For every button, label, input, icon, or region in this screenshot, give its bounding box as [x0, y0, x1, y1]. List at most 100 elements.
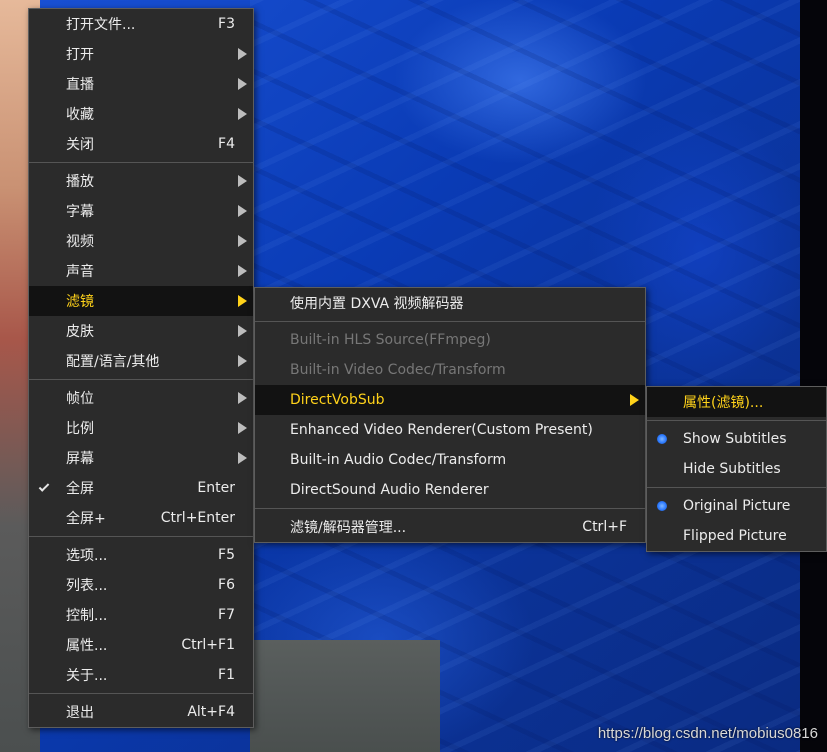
menu-item-hide-subtitles[interactable]: Hide Subtitles — [647, 454, 826, 484]
menu-item-label: 字幕 — [66, 204, 94, 220]
menu-item-label: 退出 — [66, 705, 94, 721]
menu-item-shortcut: F4 — [218, 136, 235, 152]
menu-item-shortcut: F5 — [218, 547, 235, 563]
menu-item-control[interactable]: 控制... F7 — [29, 600, 253, 630]
menu-separator — [647, 420, 826, 421]
submenu-arrow-icon — [238, 325, 247, 337]
menu-item-show-subtitles[interactable]: Show Subtitles — [647, 424, 826, 454]
radio-selected-icon — [657, 434, 667, 444]
menu-item-label: 全屏+ — [66, 511, 106, 527]
menu-separator — [29, 693, 253, 694]
menu-item-video[interactable]: 视频 — [29, 226, 253, 256]
menu-item-ratio[interactable]: 比例 — [29, 413, 253, 443]
menu-item-close[interactable]: 关闭 F4 — [29, 129, 253, 159]
menu-item-fullscreen-plus[interactable]: 全屏+ Ctrl+Enter — [29, 503, 253, 533]
menu-item-dxva-decoder[interactable]: 使用内置 DXVA 视频解码器 — [255, 288, 645, 318]
menu-item-filter-properties[interactable]: 属性(滤镜)... — [647, 387, 826, 417]
menu-item-label: 关闭 — [66, 137, 94, 153]
menu-item-audio[interactable]: 声音 — [29, 256, 253, 286]
submenu-arrow-icon — [238, 235, 247, 247]
menu-item-shortcut: F3 — [218, 16, 235, 32]
menu-item-shortcut: F7 — [218, 607, 235, 623]
menu-item-frame[interactable]: 帧位 — [29, 383, 253, 413]
menu-item-open-file[interactable]: 打开文件... F3 — [29, 9, 253, 39]
menu-item-label: Built-in HLS Source(FFmpeg) — [290, 332, 491, 348]
menu-item-directvobsub[interactable]: DirectVobSub — [255, 385, 645, 415]
menu-item-properties[interactable]: 属性... Ctrl+F1 — [29, 630, 253, 660]
menu-separator — [29, 536, 253, 537]
menu-item-label: 收藏 — [66, 107, 94, 123]
menu-item-audio-codec[interactable]: Built-in Audio Codec/Transform — [255, 445, 645, 475]
watermark-url: https://blog.csdn.net/mobius0816 — [597, 725, 818, 742]
menu-item-label: 打开 — [66, 47, 94, 63]
menu-item-label: Original Picture — [683, 498, 791, 514]
menu-item-directsound[interactable]: DirectSound Audio Renderer — [255, 475, 645, 505]
submenu-arrow-icon — [238, 108, 247, 120]
menu-separator — [255, 508, 645, 509]
menu-item-shortcut: Alt+F4 — [187, 704, 235, 720]
menu-item-original-picture[interactable]: Original Picture — [647, 491, 826, 521]
menu-item-options[interactable]: 选项... F5 — [29, 540, 253, 570]
radio-selected-icon — [657, 501, 667, 511]
menu-item-label: Flipped Picture — [683, 528, 787, 544]
submenu-arrow-icon — [238, 452, 247, 464]
menu-item-screen[interactable]: 屏幕 — [29, 443, 253, 473]
check-icon — [38, 481, 50, 492]
menu-item-label: 属性... — [66, 638, 108, 654]
submenu-arrow-icon — [238, 355, 247, 367]
menu-item-label: 选项... — [66, 548, 108, 564]
submenu-arrow-icon — [238, 205, 247, 217]
menu-item-label: DirectSound Audio Renderer — [290, 482, 489, 498]
menu-item-label: 播放 — [66, 174, 94, 190]
menu-item-label: DirectVobSub — [290, 392, 385, 408]
menu-item-label: 属性(滤镜)... — [683, 395, 764, 411]
menu-item-open[interactable]: 打开 — [29, 39, 253, 69]
menu-item-label: 列表... — [66, 578, 108, 594]
menu-item-label: Hide Subtitles — [683, 461, 781, 477]
menu-item-label: 帧位 — [66, 391, 94, 407]
submenu-arrow-icon — [238, 392, 247, 404]
menu-item-about[interactable]: 关于... F1 — [29, 660, 253, 690]
menu-item-shortcut: Ctrl+F — [582, 519, 627, 535]
menu-item-filters[interactable]: 滤镜 — [29, 286, 253, 316]
menu-item-video-codec[interactable]: Built-in Video Codec/Transform — [255, 355, 645, 385]
menu-item-evr[interactable]: Enhanced Video Renderer(Custom Present) — [255, 415, 645, 445]
menu-item-shortcut: Ctrl+F1 — [181, 637, 235, 653]
submenu-arrow-icon — [238, 265, 247, 277]
menu-item-filter-manager[interactable]: 滤镜/解码器管理... Ctrl+F — [255, 512, 645, 542]
menu-item-label: 滤镜 — [66, 294, 94, 310]
submenu-arrow-icon — [238, 422, 247, 434]
menu-item-shortcut: F6 — [218, 577, 235, 593]
filters-submenu: 使用内置 DXVA 视频解码器 Built-in HLS Source(FFmp… — [254, 287, 646, 543]
menu-item-label: 比例 — [66, 421, 94, 437]
menu-item-label: 配置/语言/其他 — [66, 354, 160, 370]
directvobsub-submenu: 属性(滤镜)... Show Subtitles Hide Subtitles … — [646, 386, 827, 552]
submenu-arrow-icon — [238, 295, 247, 307]
menu-item-subtitles[interactable]: 字幕 — [29, 196, 253, 226]
menu-item-label: 声音 — [66, 264, 94, 280]
menu-item-label: 滤镜/解码器管理... — [290, 520, 407, 536]
menu-separator — [29, 162, 253, 163]
menu-item-flipped-picture[interactable]: Flipped Picture — [647, 521, 826, 551]
menu-item-label: Show Subtitles — [683, 431, 787, 447]
menu-separator — [647, 487, 826, 488]
menu-item-fullscreen[interactable]: 全屏 Enter — [29, 473, 253, 503]
menu-item-playback[interactable]: 播放 — [29, 166, 253, 196]
menu-item-shortcut: Ctrl+Enter — [160, 510, 235, 526]
menu-item-skin[interactable]: 皮肤 — [29, 316, 253, 346]
menu-item-hls-source[interactable]: Built-in HLS Source(FFmpeg) — [255, 325, 645, 355]
menu-item-exit[interactable]: 退出 Alt+F4 — [29, 697, 253, 727]
menu-item-label: 视频 — [66, 234, 94, 250]
menu-item-config[interactable]: 配置/语言/其他 — [29, 346, 253, 376]
submenu-arrow-icon — [238, 78, 247, 90]
menu-item-label: 打开文件... — [66, 17, 136, 33]
menu-item-live[interactable]: 直播 — [29, 69, 253, 99]
menu-item-playlist[interactable]: 列表... F6 — [29, 570, 253, 600]
menu-item-favorites[interactable]: 收藏 — [29, 99, 253, 129]
menu-item-label: 直播 — [66, 77, 94, 93]
video-person-shoulder — [250, 640, 440, 752]
menu-separator — [255, 321, 645, 322]
menu-item-label: 屏幕 — [66, 451, 94, 467]
submenu-arrow-icon — [238, 48, 247, 60]
submenu-arrow-icon — [238, 175, 247, 187]
